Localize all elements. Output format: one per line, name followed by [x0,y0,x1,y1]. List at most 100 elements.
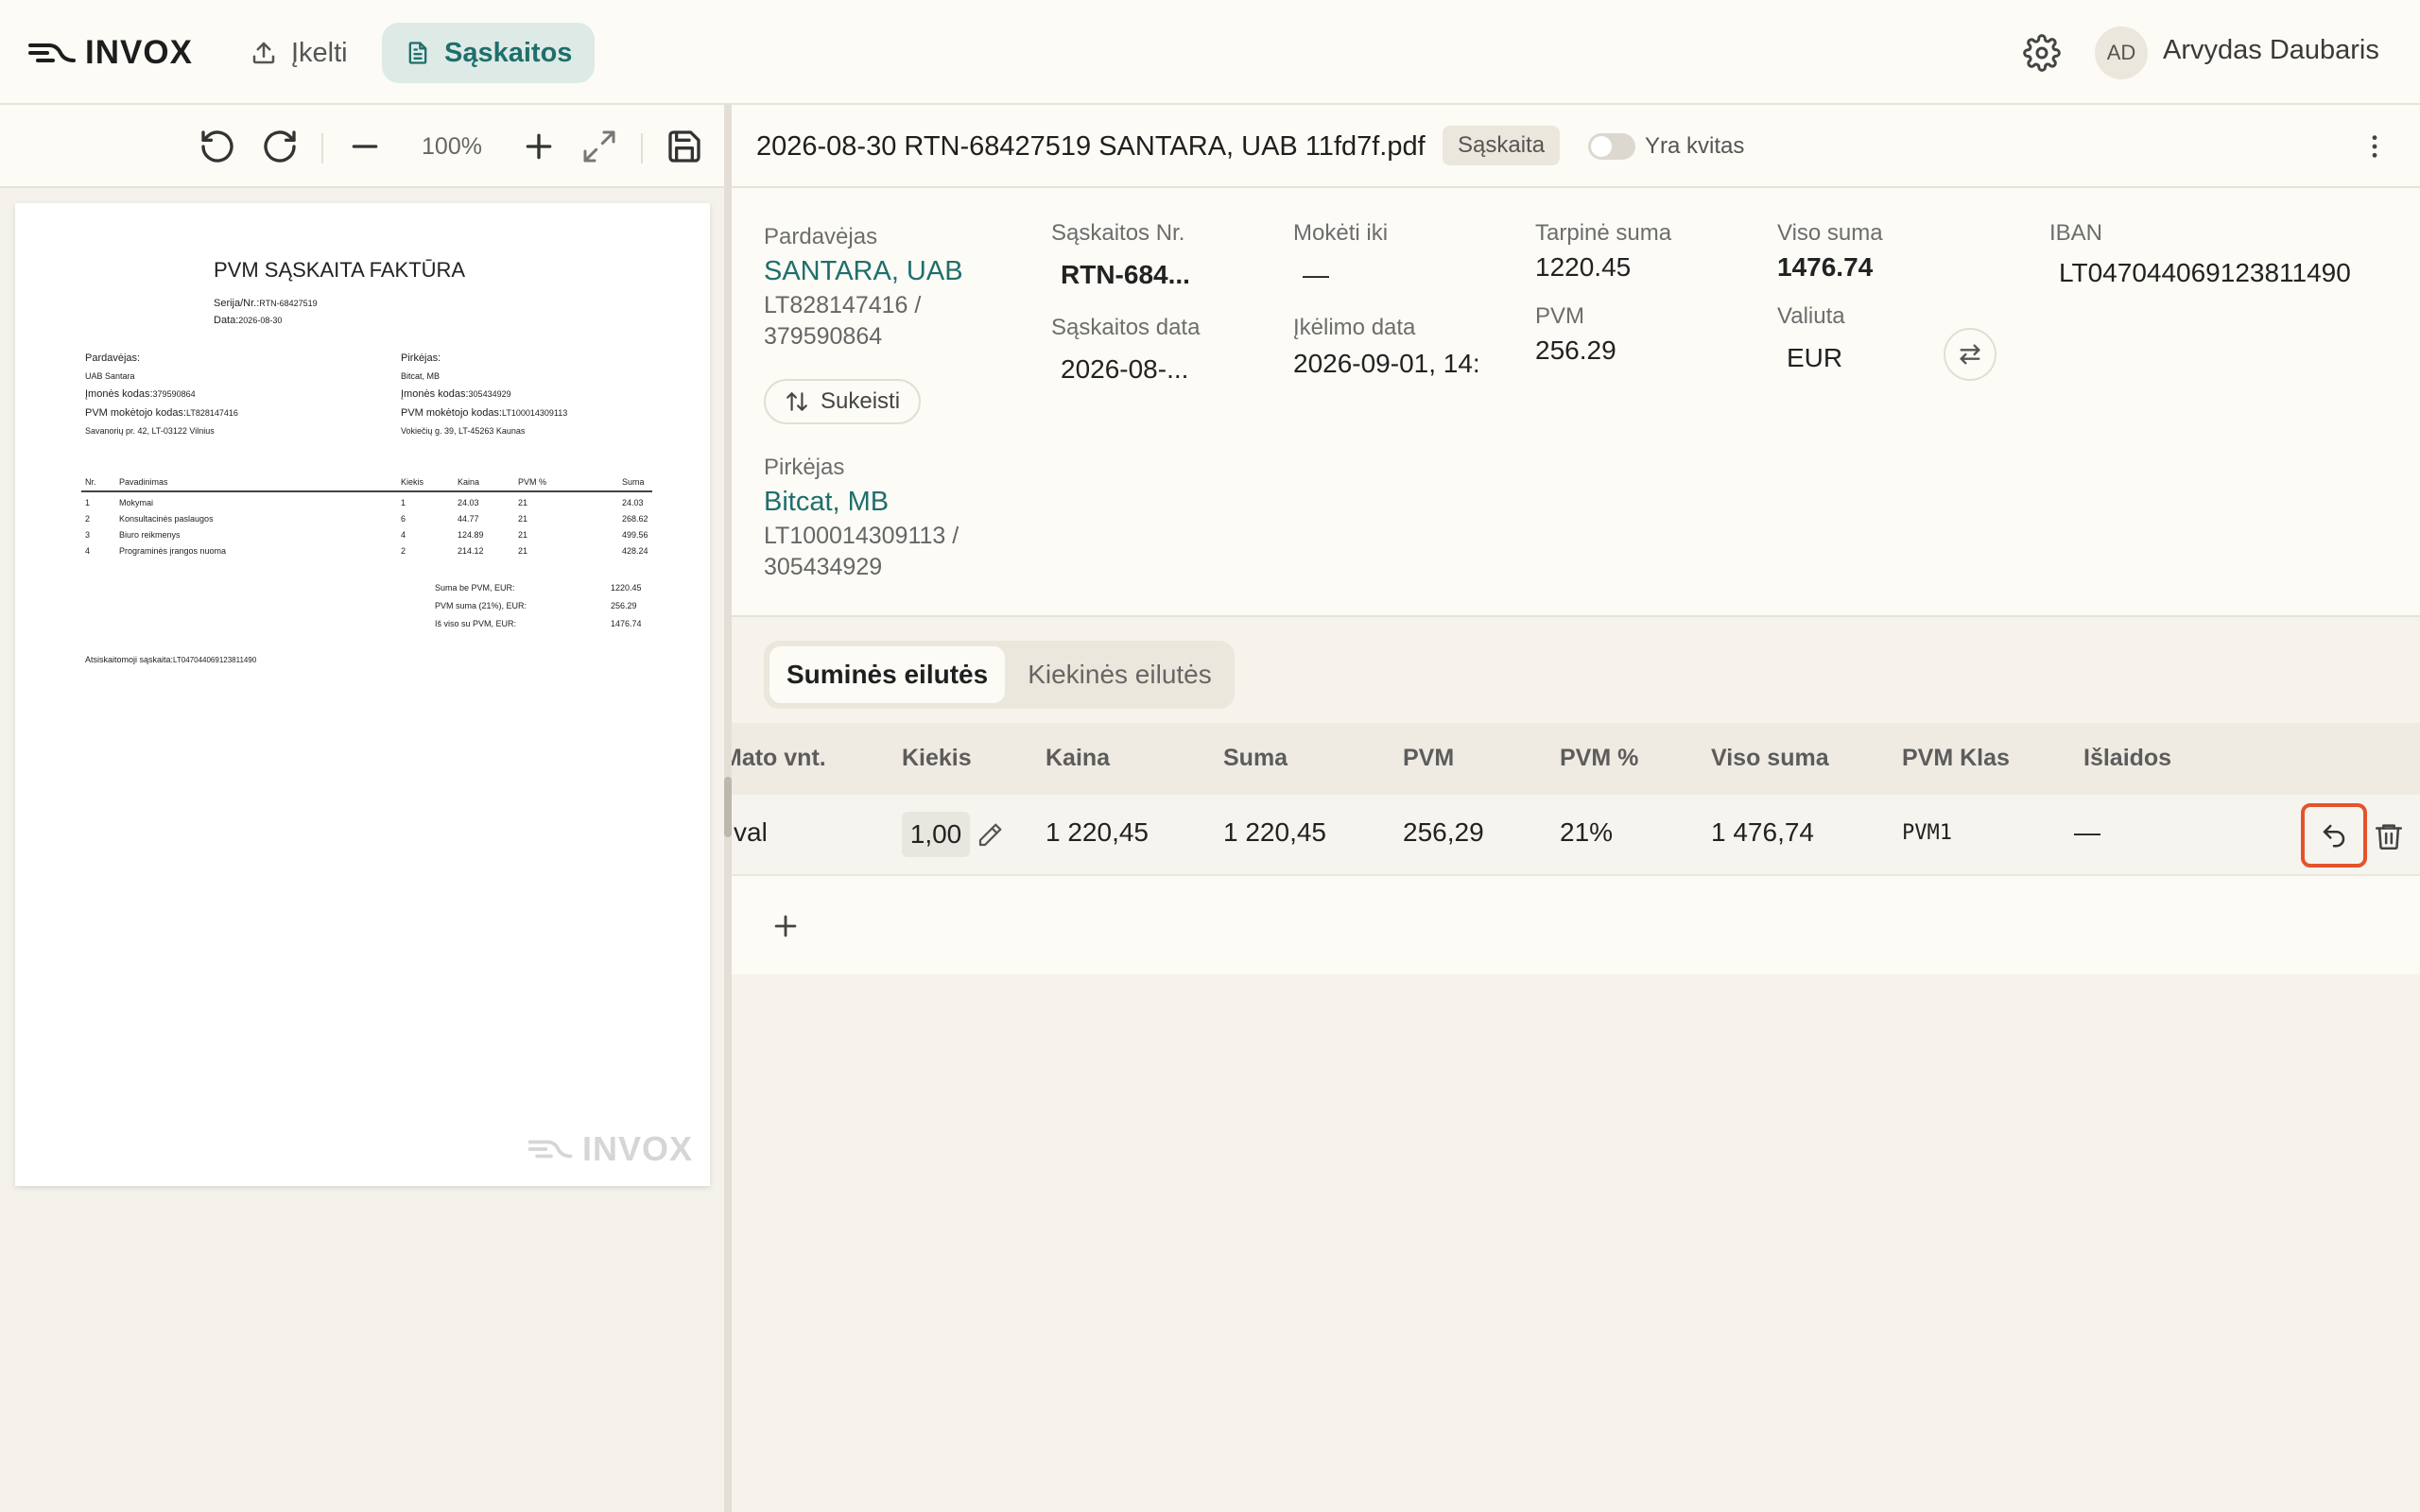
pdf-cell: Konsultacinės paslaugos [119,514,214,524]
seller-name-link[interactable]: SANTARA, UAB [764,256,963,287]
toggle-knob [1591,136,1612,157]
pdf-cell: 428.24 [622,546,648,556]
document-header: 2026-08-30 RTN-68427519 SANTARA, UAB 11f… [732,105,2420,188]
watermark-text: INVOX [582,1129,694,1168]
upload-date-label: Įkėlimo data [1293,315,1416,340]
th-vat-class[interactable]: PVM Klas [1902,745,2010,772]
lines-table-header: Mato vnt. Kiekis Kaina Suma PVM PVM % Vi… [732,723,2420,795]
currency-swap-button[interactable] [1944,328,1996,381]
rotate-right-icon[interactable] [261,128,299,165]
th-unit[interactable]: Mato vnt. [732,745,826,772]
invoice-no-value[interactable]: RTN-684... [1061,260,1190,290]
currency-value[interactable]: EUR [1787,343,1842,373]
top-bar: INVOX Įkelti Sąskaitos AD Arvydas Daubar… [0,0,2420,105]
undo-row-button[interactable] [2301,803,2367,868]
splitter-handle[interactable] [724,777,732,837]
expand-icon[interactable] [580,128,618,165]
document-filename: 2026-08-30 RTN-68427519 SANTARA, UAB 11f… [756,131,1426,162]
pdf-cell: 1 [401,498,406,507]
subtotal-value[interactable]: 1220.45 [1535,252,1631,283]
swap-parties-label: Sukeisti [821,388,901,414]
pdf-viewer-panel: 100% PVM SĄSKAITA FAKTŪRA Serija/Nr.:RTN… [0,105,724,1512]
th-vat-pct[interactable]: PVM % [1560,745,1638,772]
pencil-icon[interactable] [976,821,1004,850]
avatar[interactable]: AD [2095,26,2148,79]
receipt-toggle[interactable] [1588,133,1635,160]
th-vat[interactable]: PVM [1403,745,1454,772]
rotate-left-icon[interactable] [199,128,236,165]
user-name[interactable]: Arvydas Daubaris [2163,35,2379,66]
swap-horizontal-icon [1957,341,1983,368]
cell-expenses[interactable]: — [2074,817,2100,848]
tab-sum-lines[interactable]: Suminės eilutės [769,646,1006,703]
app-name: INVOX [85,34,193,71]
nav-upload-button[interactable]: Įkelti [227,23,371,83]
upload-date-value: 2026-09-01, 14: [1293,349,1480,378]
th-price[interactable]: Kaina [1046,745,1110,772]
cell-total[interactable]: 1 476,74 [1711,817,1814,848]
pdf-total-excl-label: Suma be PVM, EUR: [435,583,515,593]
pdf-seller-vat: PVM mokėtojo kodas:LT828147416 [85,407,238,419]
vat-value[interactable]: 256.29 [1535,335,1616,366]
toolbar-divider [641,133,643,163]
watermark-logo-icon [526,1136,577,1162]
th-total[interactable]: Viso suma [1711,745,1829,772]
cell-vat-class[interactable]: PVM1 [1902,821,1952,845]
pdf-cell: 4 [401,530,406,540]
upload-icon [250,39,278,67]
gear-icon[interactable] [2023,34,2061,72]
pdf-cell: 21 [518,514,528,524]
seller-codes-line2: 379590864 [764,323,883,350]
cell-vat-pct[interactable]: 21% [1560,817,1613,848]
pdf-seller-heading: Pardavėjas: [85,352,141,364]
pdf-seller-code: Įmonės kodas:379590864 [85,388,196,400]
pdf-cell: 21 [518,546,528,556]
pdf-th-price: Kaina [458,477,480,487]
swap-parties-button[interactable]: Sukeisti [764,379,922,424]
invoice-date-value[interactable]: 2026-08-... [1061,354,1188,385]
pdf-cell: 124.89 [458,530,484,540]
pdf-date: Data:2026-08-30 [214,315,283,326]
pdf-cell: 2 [401,546,406,556]
iban-value[interactable]: LT047044069123811490 [2059,258,2351,288]
iban-label: IBAN [2049,220,2103,246]
qty-input[interactable]: 1,00 [902,812,970,857]
seller-codes-line1: LT828147416 / [764,292,922,318]
table-row: val 1,00 1 220,45 1 220,45 256,29 21% 1 … [732,795,2420,876]
total-label: Viso suma [1777,220,1883,246]
save-icon[interactable] [666,128,703,165]
undo-icon [2320,821,2348,850]
pdf-buyer-name: Bitcat, MB [401,371,441,381]
document-type-badge[interactable]: Sąskaita [1443,126,1561,165]
pdf-cell: 268.62 [622,514,648,524]
currency-label: Valiuta [1777,303,1845,329]
pdf-cell: Programinės įrangos nuoma [119,546,227,556]
kebab-icon[interactable] [2360,131,2390,162]
cell-vat[interactable]: 256,29 [1403,817,1484,848]
cell-unit[interactable]: val [734,817,768,848]
cell-sum[interactable]: 1 220,45 [1223,817,1326,848]
pdf-page: PVM SĄSKAITA FAKTŪRA Serija/Nr.:RTN-6842… [15,203,710,1186]
buyer-name-link[interactable]: Bitcat, MB [764,487,889,518]
invoice-details: Pardavėjas SANTARA, UAB LT828147416 / 37… [732,188,2420,617]
th-qty[interactable]: Kiekis [902,745,972,772]
zoom-out-icon[interactable] [346,128,384,165]
app-logo[interactable]: INVOX [28,32,193,74]
cell-price[interactable]: 1 220,45 [1046,817,1149,848]
zoom-in-icon[interactable] [520,128,558,165]
pdf-cell: Biuro reikmenys [119,530,181,540]
due-date-label: Mokėti iki [1293,220,1389,246]
due-date-value[interactable]: — [1303,260,1329,290]
th-sum[interactable]: Suma [1223,745,1288,772]
trash-icon[interactable] [2373,817,2411,855]
pdf-cell: 2 [85,514,91,524]
add-icon[interactable] [769,910,802,942]
tab-qty-lines[interactable]: Kiekinės eilutės [1011,646,1229,703]
nav-invoices-button[interactable]: Sąskaitos [382,23,596,83]
th-expenses[interactable]: Išlaidos [2083,745,2171,772]
zoom-level: 100% [422,133,482,160]
total-value[interactable]: 1476.74 [1777,252,1873,283]
pdf-cell: 24.03 [622,498,644,507]
buyer-codes-line2: 305434929 [764,554,883,580]
add-row-area [732,876,2420,974]
